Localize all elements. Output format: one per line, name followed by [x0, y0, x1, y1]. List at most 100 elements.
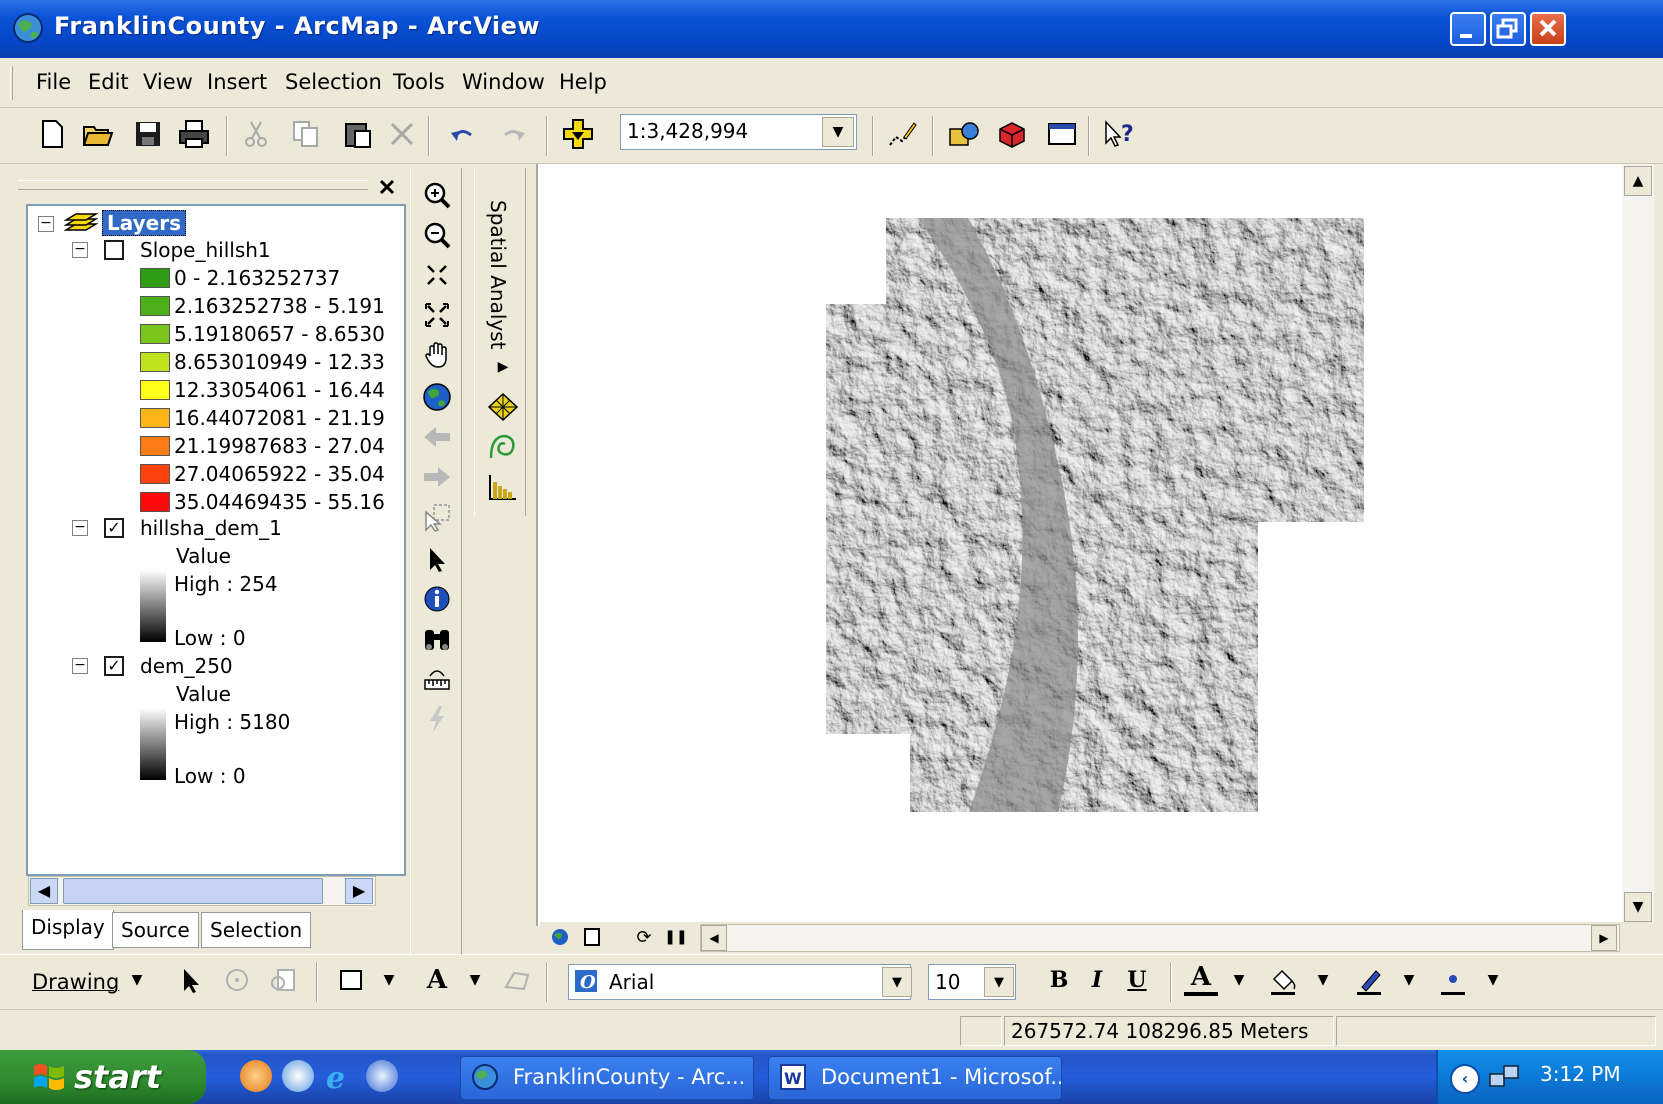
pan-hand-icon[interactable] — [420, 338, 454, 372]
quicklaunch-browser-icon[interactable] — [366, 1060, 398, 1092]
fill-color-bucket-icon[interactable] — [1266, 962, 1300, 998]
save-icon[interactable] — [130, 116, 166, 152]
text-tool-icon[interactable]: A — [420, 962, 454, 998]
raster-layer-icon[interactable] — [486, 390, 520, 424]
toc-grip[interactable] — [18, 180, 368, 190]
open-folder-icon[interactable] — [80, 116, 116, 152]
identify-info-icon[interactable] — [420, 582, 454, 616]
chevron-down-icon[interactable]: ▼ — [984, 967, 1014, 997]
map-horizontal-scrollbar[interactable]: ◀ ▶ — [700, 924, 1620, 952]
menu-file[interactable]: File — [36, 70, 71, 94]
chevron-down-icon[interactable]: ▼ — [458, 962, 492, 998]
select-features-icon[interactable] — [420, 500, 454, 534]
select-elements-arrow-icon[interactable] — [420, 542, 454, 576]
contour-icon[interactable] — [486, 430, 520, 464]
copy-icon[interactable] — [288, 116, 324, 152]
chevron-down-icon[interactable]: ▼ — [372, 962, 406, 998]
zoom-out-icon[interactable] — [420, 218, 454, 252]
tab-source[interactable]: Source — [112, 912, 199, 948]
map-display[interactable] — [536, 164, 1648, 926]
scroll-up-icon[interactable]: ▲ — [1624, 166, 1652, 196]
layout-view-icon[interactable] — [578, 922, 606, 952]
marker-color-icon[interactable] — [1436, 962, 1470, 998]
tab-selection[interactable]: Selection — [201, 912, 312, 948]
measure-icon[interactable] — [420, 662, 454, 696]
layer-name-hillshade[interactable]: hillsha_dem_1 — [140, 516, 282, 540]
layers-root-label[interactable]: Layers — [102, 210, 186, 236]
close-window-button[interactable] — [1530, 12, 1566, 46]
add-data-icon[interactable] — [560, 116, 596, 152]
scroll-down-icon[interactable]: ▼ — [1624, 892, 1652, 922]
collapse-slope-icon[interactable]: − — [72, 242, 88, 258]
internet-explorer-icon[interactable]: e — [324, 1060, 356, 1096]
chevron-down-icon[interactable]: ▼ — [1476, 962, 1510, 998]
arctoolbox-icon[interactable] — [994, 116, 1030, 152]
menu-view[interactable]: View — [143, 70, 193, 94]
menubar-grip[interactable] — [10, 66, 13, 100]
arccatalog-icon[interactable] — [946, 116, 982, 152]
forward-extent-icon[interactable] — [420, 460, 454, 494]
chevron-down-icon[interactable]: ▼ — [1222, 962, 1256, 998]
italic-button[interactable]: I — [1080, 962, 1114, 998]
menu-window[interactable]: Window — [462, 70, 545, 94]
cut-icon[interactable] — [238, 116, 274, 152]
toc-close-button[interactable] — [372, 174, 402, 200]
histogram-icon[interactable] — [486, 470, 520, 504]
data-view-icon[interactable] — [546, 922, 574, 952]
fixed-zoom-in-icon[interactable] — [420, 258, 454, 292]
quicklaunch-app-icon[interactable] — [240, 1060, 272, 1092]
print-icon[interactable] — [176, 116, 212, 152]
select-elements-arrow-icon[interactable] — [174, 962, 208, 998]
collapse-dem-icon[interactable]: − — [72, 658, 88, 674]
taskbar-button-word[interactable]: Document1 - Microsof... — [768, 1056, 1062, 1100]
menu-edit[interactable]: Edit — [88, 70, 129, 94]
find-binoculars-icon[interactable] — [420, 622, 454, 656]
hillshade-raster-map[interactable] — [538, 164, 1648, 926]
scroll-right-icon[interactable]: ▶ — [1591, 925, 1617, 951]
new-document-icon[interactable] — [34, 116, 70, 152]
scroll-left-icon[interactable]: ◀ — [30, 878, 58, 904]
paste-icon[interactable] — [340, 116, 376, 152]
show-hidden-icons-icon[interactable]: ‹ — [1450, 1064, 1480, 1094]
whats-this-help-icon[interactable]: ? — [1102, 116, 1138, 152]
slope-visibility-checkbox[interactable] — [104, 240, 124, 260]
delete-icon[interactable] — [384, 116, 420, 152]
chevron-down-icon[interactable]: ▼ — [822, 117, 854, 147]
network-computers-icon[interactable] — [1488, 1062, 1522, 1094]
full-extent-globe-icon[interactable] — [420, 380, 454, 414]
collapse-hillshade-icon[interactable]: − — [72, 520, 88, 536]
quicklaunch-arcmap-icon[interactable] — [282, 1060, 314, 1092]
map-vertical-scrollbar[interactable]: ▲ ▼ — [1622, 164, 1654, 926]
line-color-pen-icon[interactable] — [1352, 962, 1386, 998]
command-line-icon[interactable] — [1044, 116, 1080, 152]
font-color-icon[interactable]: A — [1184, 962, 1218, 996]
scroll-left-icon[interactable]: ◀ — [701, 925, 727, 951]
zoom-in-icon[interactable] — [420, 178, 454, 212]
rotate-icon[interactable] — [220, 962, 254, 998]
layer-name-slope[interactable]: Slope_hillsh1 — [140, 238, 271, 262]
collapse-layers-icon[interactable]: − — [38, 216, 54, 232]
spatial-analyst-menu[interactable]: Spatial Analyst — [486, 200, 510, 349]
redo-icon[interactable] — [496, 116, 532, 152]
drawing-menu[interactable]: Drawing — [32, 970, 119, 994]
spatial-analyst-dropdown-icon[interactable]: ▶ — [486, 350, 520, 384]
rectangle-tool-icon[interactable] — [334, 962, 368, 998]
zoom-whole-page-icon[interactable] — [266, 962, 300, 998]
undo-icon[interactable] — [444, 116, 480, 152]
dem-visibility-checkbox[interactable]: ✓ — [104, 656, 124, 676]
pause-drawing-icon[interactable]: ❚❚ — [662, 922, 690, 952]
menu-tools[interactable]: Tools — [393, 70, 445, 94]
scroll-thumb[interactable] — [63, 878, 323, 904]
taskbar-button-arcmap[interactable]: FranklinCounty - Arc... — [460, 1056, 754, 1100]
tab-display[interactable]: Display — [22, 910, 114, 950]
scroll-right-icon[interactable]: ▶ — [345, 878, 373, 904]
restore-button[interactable] — [1490, 12, 1526, 46]
chevron-down-icon[interactable]: ▼ — [1392, 962, 1426, 998]
chevron-down-icon[interactable]: ▼ — [882, 967, 912, 997]
menu-insert[interactable]: Insert — [207, 70, 267, 94]
fixed-zoom-out-icon[interactable] — [420, 298, 454, 332]
refresh-icon[interactable]: ⟳ — [630, 922, 658, 952]
menu-selection[interactable]: Selection — [285, 70, 382, 94]
chevron-down-icon[interactable]: ▼ — [120, 962, 154, 998]
minimize-button[interactable] — [1450, 12, 1486, 46]
